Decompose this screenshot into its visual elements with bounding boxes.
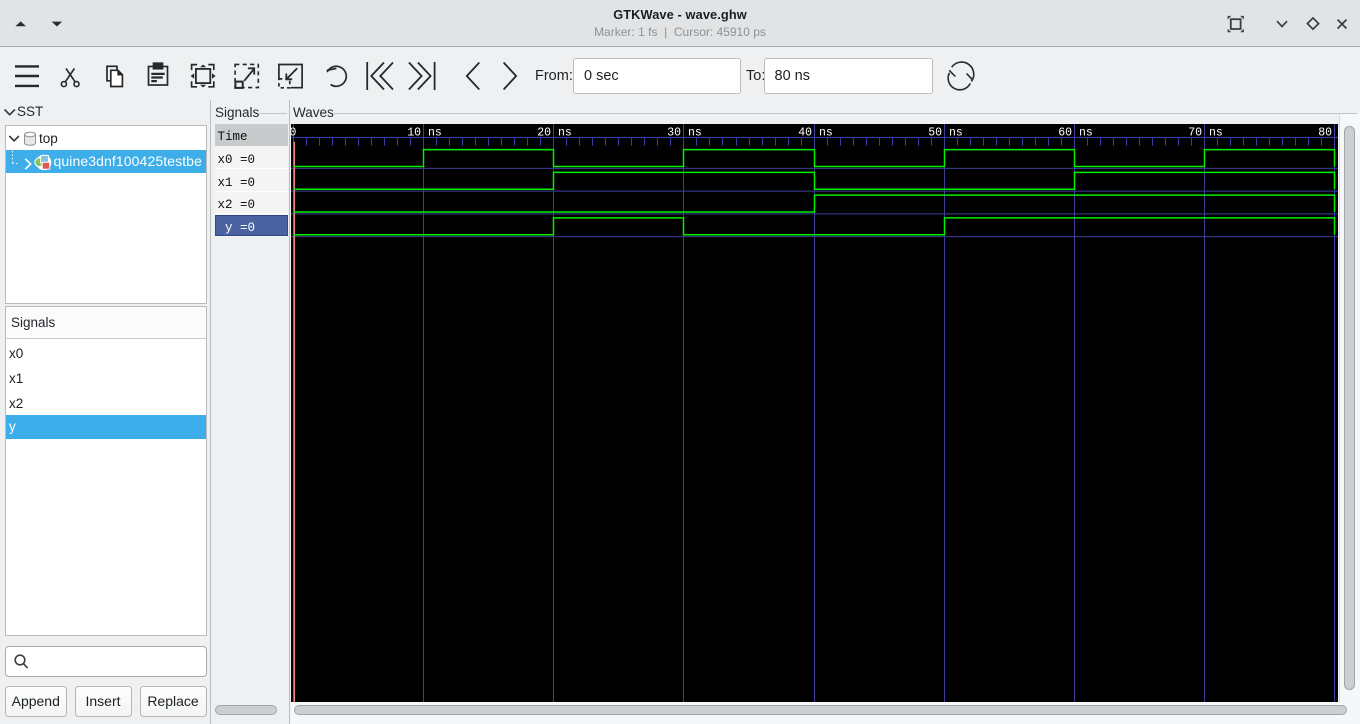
svg-text:50: 50 (928, 127, 942, 140)
svg-text:ns: ns (1209, 127, 1223, 140)
svg-text:20: 20 (537, 127, 551, 140)
svg-text:60: 60 (1058, 127, 1072, 140)
svg-text:ns: ns (688, 127, 702, 140)
svg-text:70: 70 (1188, 127, 1202, 140)
svg-text:ns: ns (558, 127, 572, 140)
svg-text:10: 10 (407, 127, 421, 140)
svg-text:ns: ns (949, 127, 963, 140)
svg-text:ns: ns (428, 127, 442, 140)
svg-text:40: 40 (798, 127, 812, 140)
svg-text:ns: ns (1079, 127, 1093, 140)
svg-text:0: 0 (291, 127, 297, 140)
svg-text:30: 30 (667, 127, 681, 140)
svg-text:80: 80 (1318, 127, 1332, 140)
svg-text:ns: ns (819, 127, 833, 140)
